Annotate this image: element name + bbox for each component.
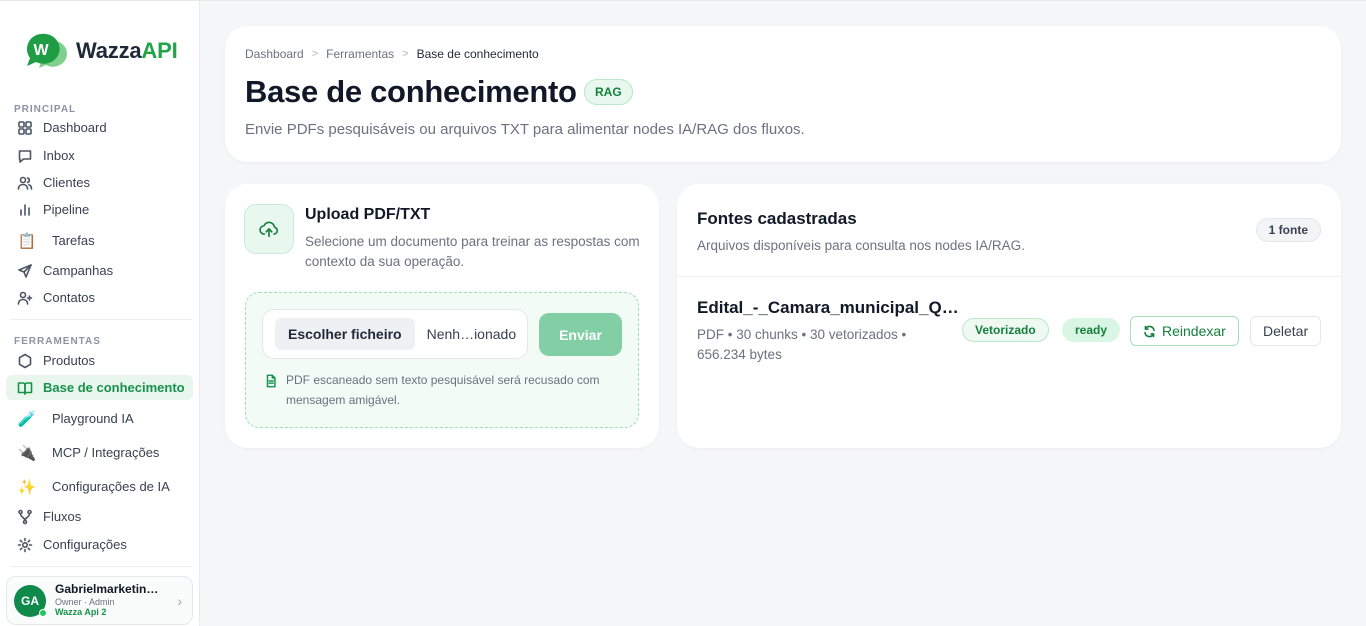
sidebar-divider (10, 566, 192, 567)
online-status-dot (39, 608, 47, 617)
sidebar-item-label: Produtos (43, 353, 96, 368)
source-file-meta: PDF • 30 chunks • 30 vetorizados • 656.2… (697, 327, 907, 362)
bar-chart-icon (16, 201, 34, 219)
user-info: Gabrielmarketin… Owner · Admin Wazza Api… (55, 582, 159, 618)
send-button[interactable]: Enviar (539, 313, 622, 356)
sidebar-item-base-de-conhecimento[interactable]: Base de conhecimento (6, 375, 193, 400)
grid-icon (16, 119, 34, 137)
sidebar-item-inbox[interactable]: Inbox (6, 143, 193, 168)
file-input[interactable]: Escolher ficheiro Nenh…ionado (262, 309, 528, 359)
sources-subtitle: Arquivos disponíveis para consulta nos n… (697, 238, 1025, 253)
breadcrumb: Dashboard > Ferramentas > Base de conhec… (245, 47, 539, 61)
message-icon (16, 147, 34, 165)
clipboard-icon: 📋 (17, 232, 37, 250)
upload-description: Selecione um documento para treinar as r… (305, 234, 640, 269)
user-org: Wazza Api 2 (55, 607, 107, 618)
sidebar-item-produtos[interactable]: Produtos (6, 348, 193, 373)
breadcrumb-separator: > (402, 48, 409, 60)
wazza-logo-icon: W (22, 31, 68, 71)
upload-card: Upload PDF/TXT Selecione um documento pa… (225, 184, 659, 448)
sidebar-item-label: Base de conhecimento (43, 380, 185, 395)
document-icon (266, 374, 276, 388)
choose-file-button[interactable]: Escolher ficheiro (275, 318, 415, 350)
flow-icon (16, 508, 34, 526)
section-ferramentas: FERRAMENTAS (14, 336, 101, 347)
sidebar-item-mcp-integracoes[interactable]: 🔌 MCP / Integrações (6, 440, 193, 465)
send-icon (16, 262, 34, 280)
upload-hint: PDF escaneado sem texto pesquisável será… (264, 373, 606, 410)
sidebar-item-dashboard[interactable]: Dashboard (6, 115, 193, 140)
sidebar-item-clientes[interactable]: Clientes (6, 170, 193, 195)
sidebar-item-label: Playground IA (52, 411, 134, 426)
sidebar-item-playground-ia[interactable]: 🧪 Playground IA (6, 406, 193, 431)
gear-icon (16, 536, 34, 554)
page-title: Base de conhecimento (245, 74, 577, 109)
upload-dropzone[interactable]: Escolher ficheiro Nenh…ionado Enviar PDF… (245, 292, 639, 428)
reindex-button[interactable]: Reindexar (1130, 316, 1239, 346)
delete-button[interactable]: Deletar (1250, 316, 1322, 346)
sidebar-divider (10, 319, 192, 320)
breadcrumb-current: Base de conhecimento (416, 47, 539, 61)
sidebar-item-label: Inbox (43, 148, 75, 163)
page-subtitle: Envie PDFs pesquisáveis ou arquivos TXT … (245, 121, 805, 138)
logo[interactable]: W WazzaAPI (22, 31, 178, 71)
sources-title: Fontes cadastradas (697, 209, 857, 228)
user-profile-card[interactable]: GA Gabrielmarketin… Owner · Admin Wazza … (6, 576, 193, 625)
brand-name: WazzaAPI (76, 38, 178, 63)
test-tube-icon: 🧪 (17, 410, 37, 428)
sidebar-item-label: Configurações de IA (52, 479, 170, 494)
refresh-icon (1144, 325, 1155, 337)
sidebar-item-label: Tarefas (52, 233, 95, 248)
plug-icon: 🔌 (17, 444, 37, 462)
ready-badge: ready (1062, 318, 1121, 342)
sources-divider (677, 276, 1341, 277)
sidebar-item-tarefas[interactable]: 📋 Tarefas (6, 228, 193, 253)
vectorized-badge: Vetorizado (962, 318, 1049, 342)
sidebar-item-label: Pipeline (43, 202, 90, 217)
upload-hint-text: PDF escaneado sem texto pesquisável será… (286, 373, 600, 407)
user-plus-icon (16, 289, 34, 307)
users-icon (16, 174, 34, 192)
user-name: Gabrielmarketin… (55, 582, 159, 597)
avatar: GA (14, 584, 47, 617)
breadcrumb-ferramentas[interactable]: Ferramentas (326, 47, 394, 61)
section-principal: PRINCIPAL (14, 104, 77, 115)
reindex-label: Reindexar (1162, 323, 1226, 339)
breadcrumb-separator: > (311, 48, 319, 60)
sidebar: W WazzaAPI PRINCIPAL Dashboard Inbox Cli… (0, 1, 200, 626)
source-file-name: Edital_-_Camara_municipal_Q… (697, 298, 959, 317)
file-status-text: Nenh…ionado (426, 326, 517, 342)
chevron-right-icon: › (177, 593, 182, 609)
book-icon (16, 379, 34, 397)
upload-title: Upload PDF/TXT (305, 206, 431, 223)
breadcrumb-dashboard[interactable]: Dashboard (245, 47, 304, 61)
sources-count-badge: 1 fonte (1255, 218, 1321, 242)
sparkles-icon: ✨ (17, 478, 37, 496)
top-border (0, 0, 1366, 1)
sidebar-item-label: Campanhas (43, 263, 114, 278)
sidebar-item-configuracoes-ia[interactable]: ✨ Configurações de IA (6, 474, 193, 499)
svg-text:W: W (33, 42, 49, 59)
sidebar-item-pipeline[interactable]: Pipeline (6, 197, 193, 222)
sidebar-item-label: Fluxos (43, 509, 82, 524)
sidebar-item-contatos[interactable]: Contatos (6, 285, 193, 310)
hexagon-icon (16, 352, 34, 370)
sidebar-item-label: Clientes (43, 175, 90, 190)
sidebar-item-label: Configurações (43, 537, 127, 552)
sidebar-item-configuracoes[interactable]: Configurações (6, 532, 193, 557)
sidebar-item-fluxos[interactable]: Fluxos (6, 504, 193, 529)
cloud-upload-icon (244, 204, 294, 254)
sidebar-item-campanhas[interactable]: Campanhas (6, 258, 193, 283)
sidebar-item-label: MCP / Integrações (52, 445, 160, 460)
sidebar-item-label: Contatos (43, 290, 96, 305)
rag-badge: RAG (584, 79, 633, 105)
sources-card: Fontes cadastradas Arquivos disponíveis … (677, 184, 1341, 448)
sidebar-item-label: Dashboard (43, 120, 107, 135)
page-header-card: Dashboard > Ferramentas > Base de conhec… (225, 26, 1341, 162)
